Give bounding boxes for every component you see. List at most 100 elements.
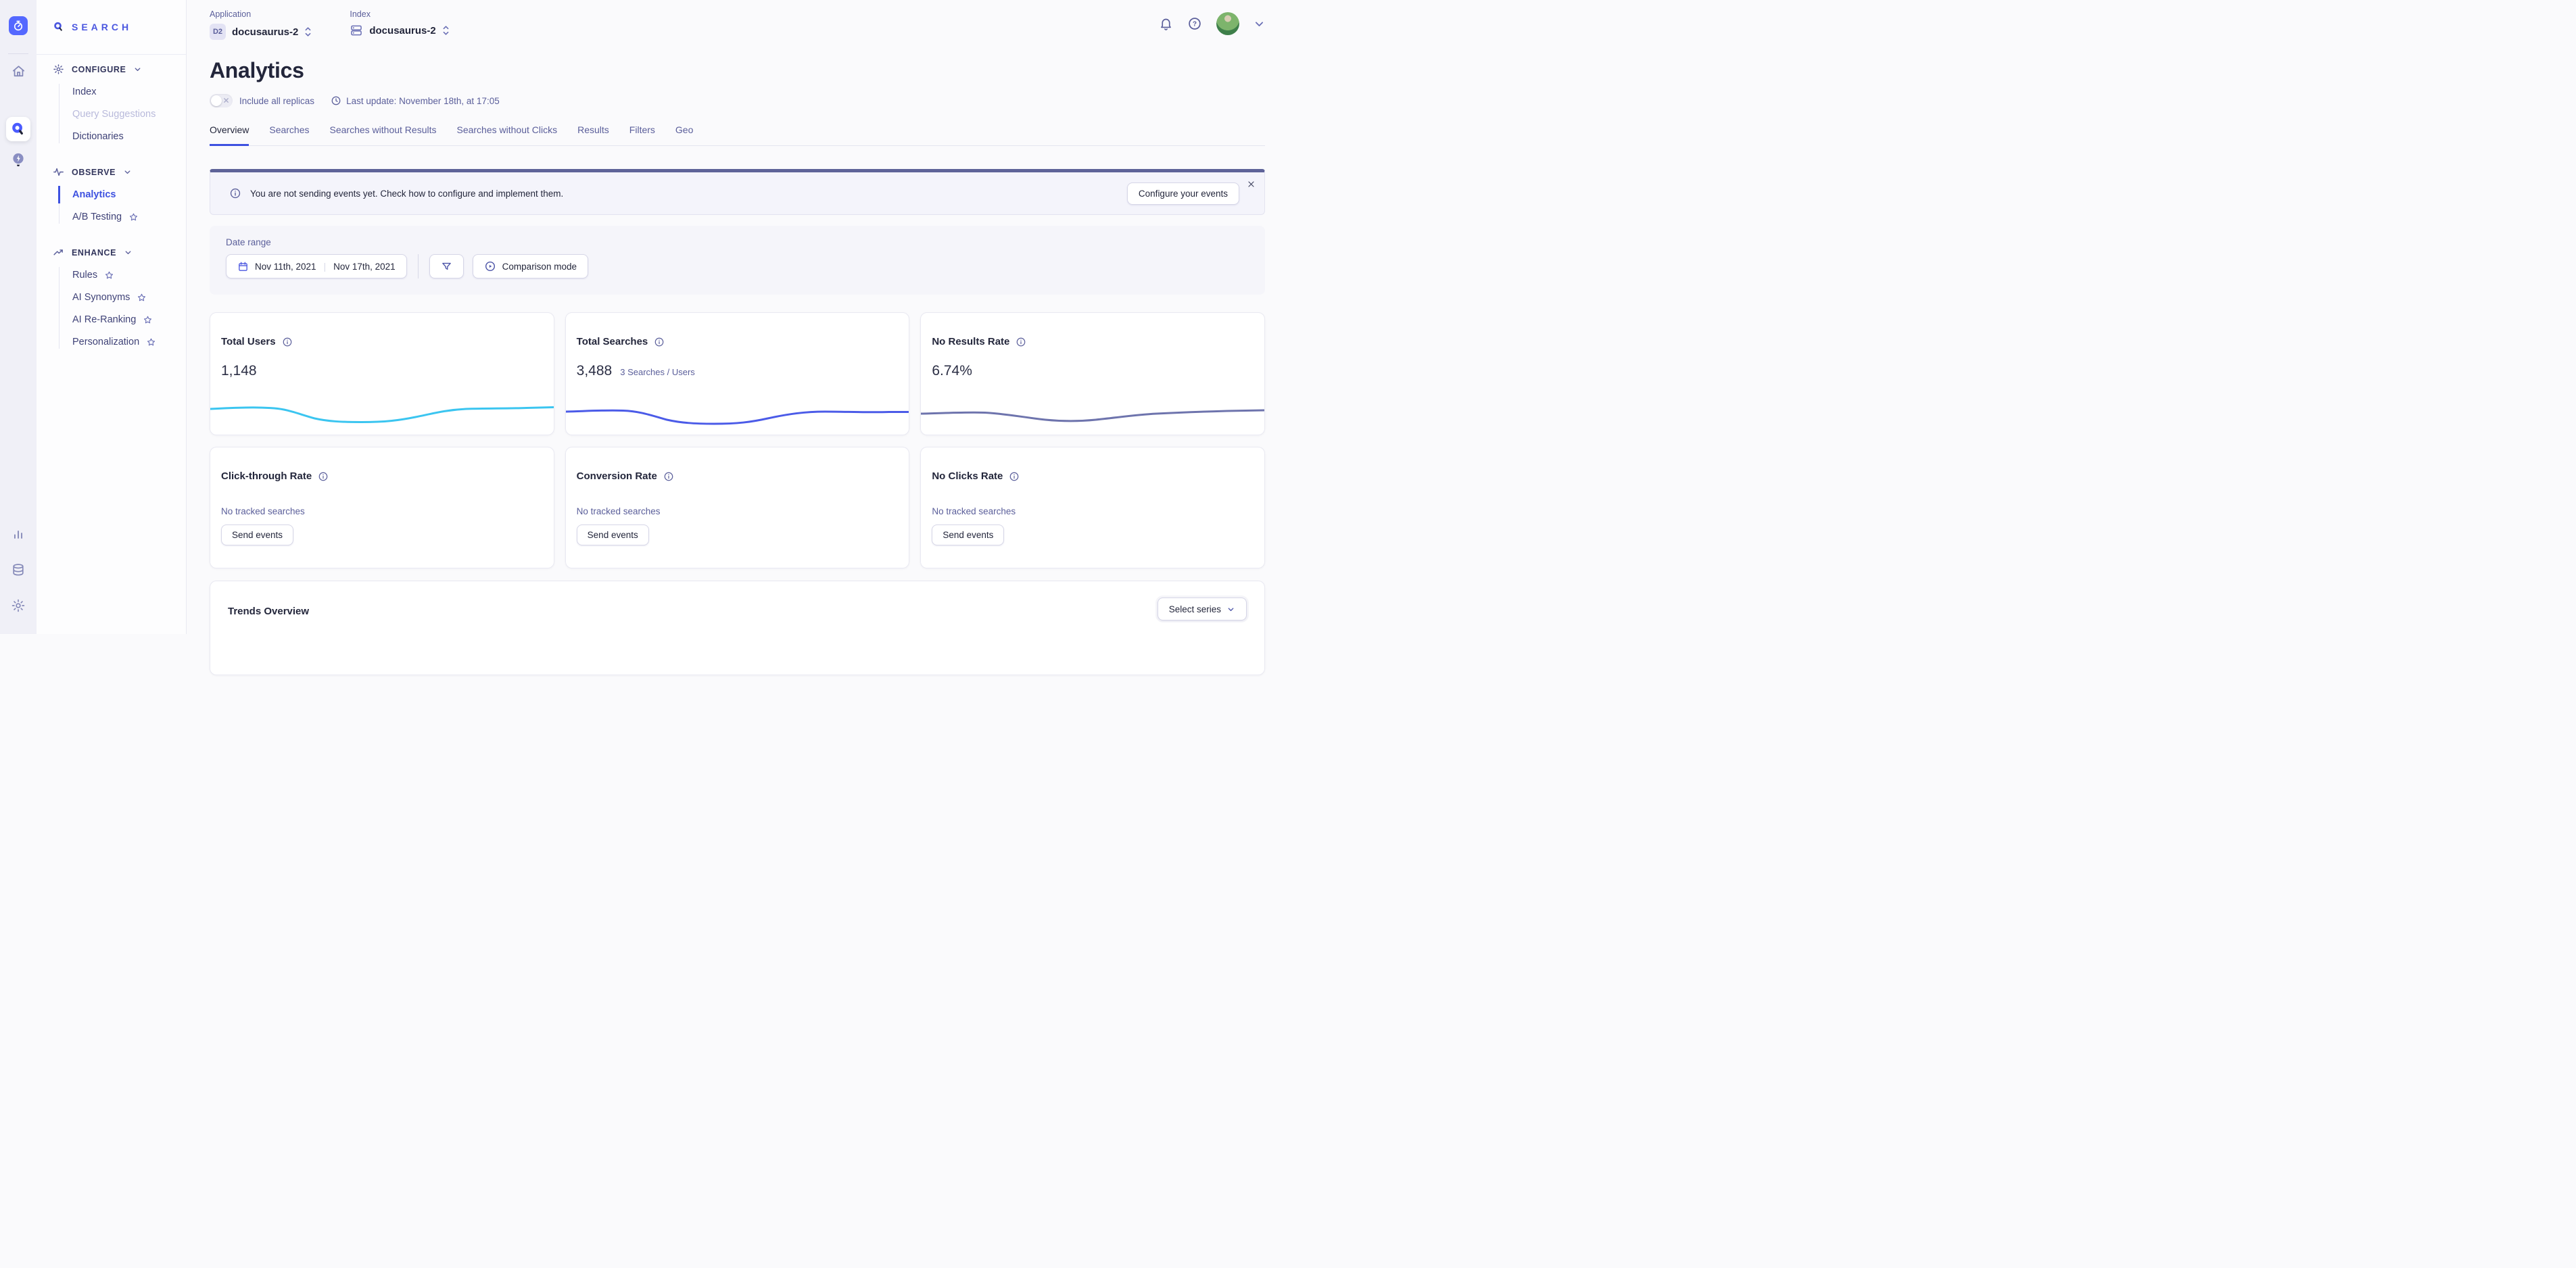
sidebar-item-ai-reranking[interactable]: AI Re-Ranking	[59, 313, 186, 326]
search-product-button[interactable]	[6, 117, 30, 141]
tab-filters[interactable]: Filters	[629, 124, 655, 146]
sort-chevrons-icon	[304, 26, 312, 37]
sidebar: SEARCH CONFIGURE	[37, 0, 187, 634]
comparison-mode-label: Comparison mode	[502, 262, 577, 272]
application-label: Application	[210, 9, 312, 19]
card-title: Total Users	[221, 336, 276, 347]
sidebar-item-ab-testing[interactable]: A/B Testing	[59, 210, 186, 224]
help-button[interactable]: ?	[1187, 16, 1202, 31]
info-icon[interactable]	[663, 471, 674, 482]
events-banner: You are not sending events yet. Check ho…	[210, 169, 1265, 215]
sort-chevrons-icon	[442, 25, 450, 36]
date-range-label: Date range	[226, 237, 1249, 247]
card-title: No Clicks Rate	[932, 470, 1003, 482]
sparkline-chart	[210, 391, 554, 429]
info-icon[interactable]	[1016, 337, 1026, 347]
last-update-text: Last update: November 18th, at 17:05	[346, 96, 500, 106]
sidebar-item-index[interactable]: Index	[59, 85, 186, 99]
section-header-configure[interactable]: CONFIGURE	[53, 64, 186, 75]
user-menu-cluster: ?	[1159, 12, 1265, 35]
tab-results[interactable]: Results	[577, 124, 609, 146]
empty-state-text: No tracked searches	[577, 506, 899, 516]
section-header-observe[interactable]: OBSERVE	[53, 166, 186, 178]
date-range-separator: |	[323, 262, 328, 272]
tab-searches-without-results[interactable]: Searches without Results	[330, 124, 437, 146]
comparison-mode-button[interactable]: Comparison mode	[473, 254, 588, 278]
card-total-users: Total Users 1,148	[210, 312, 554, 435]
sidebar-item-label: AI Synonyms	[72, 292, 130, 303]
section-label: ENHANCE	[72, 248, 116, 258]
card-no-clicks-rate: No Clicks Rate No tracked searches Send …	[920, 447, 1265, 568]
send-events-button[interactable]: Send events	[221, 525, 293, 545]
send-events-button[interactable]: Send events	[932, 525, 1004, 545]
application-select[interactable]: D2 docusaurus-2	[210, 24, 312, 40]
star-icon	[143, 315, 153, 325]
date-range-panel: Date range Nov 11th, 2021 | Nov 17th, 20…	[210, 226, 1265, 295]
sidebar-section-observe: OBSERVE Analytics A/B Testing	[53, 166, 186, 224]
gear-icon	[11, 598, 26, 613]
tab-overview[interactable]: Overview	[210, 124, 249, 146]
home-nav-button[interactable]	[6, 59, 30, 83]
index-select[interactable]: docusaurus-2	[350, 24, 449, 37]
user-avatar[interactable]	[1216, 12, 1239, 35]
usage-analytics-button[interactable]	[6, 522, 30, 546]
recommend-product-button[interactable]	[6, 148, 30, 172]
card-click-through-rate: Click-through Rate No tracked searches S…	[210, 447, 554, 568]
index-value: docusaurus-2	[369, 25, 435, 36]
include-replicas-toggle[interactable]	[210, 94, 233, 107]
date-range-picker[interactable]: Nov 11th, 2021 | Nov 17th, 2021	[226, 254, 407, 278]
notifications-button[interactable]	[1159, 17, 1173, 31]
info-icon[interactable]	[282, 337, 293, 347]
rail-divider	[8, 53, 28, 54]
date-range-end: Nov 17th, 2021	[333, 262, 396, 272]
bar-chart-icon	[11, 527, 26, 541]
sidebar-item-query-suggestions[interactable]: Query Suggestions	[59, 107, 186, 121]
tab-searches-without-clicks[interactable]: Searches without Clicks	[456, 124, 557, 146]
trending-up-icon	[53, 247, 64, 258]
clock-icon	[331, 95, 341, 106]
application-switcher: Application D2 docusaurus-2	[210, 9, 312, 40]
toggle-off-x-icon	[222, 97, 230, 104]
section-header-enhance[interactable]: ENHANCE	[53, 247, 186, 258]
settings-button[interactable]	[6, 593, 30, 618]
question-circle-icon: ?	[1187, 16, 1202, 31]
sidebar-item-ai-synonyms[interactable]: AI Synonyms	[59, 291, 186, 304]
info-icon[interactable]	[654, 337, 665, 347]
search-product-icon	[11, 122, 26, 137]
sidebar-item-rules[interactable]: Rules	[59, 268, 186, 282]
sidebar-item-analytics[interactable]: Analytics	[59, 188, 186, 201]
data-sources-button[interactable]	[6, 558, 30, 582]
banner-close-button[interactable]	[1247, 180, 1256, 189]
user-menu-chevron[interactable]	[1254, 18, 1265, 30]
filters-button[interactable]	[429, 254, 464, 278]
info-icon[interactable]	[318, 471, 329, 482]
metric-cards-row: Total Users 1,148 Total Searches	[210, 312, 1265, 435]
calendar-icon	[237, 261, 249, 272]
card-no-results-rate: No Results Rate 6.74%	[920, 312, 1265, 435]
header-meta-row: Include all replicas Last update: Novemb…	[210, 94, 1265, 107]
select-series-button[interactable]: Select series	[1158, 598, 1247, 620]
sidebar-item-dictionaries[interactable]: Dictionaries	[59, 130, 186, 143]
configure-events-button[interactable]: Configure your events	[1127, 182, 1239, 205]
card-title: No Results Rate	[932, 336, 1009, 347]
tab-searches[interactable]: Searches	[269, 124, 309, 146]
send-events-button[interactable]: Send events	[577, 525, 649, 545]
org-logo-tile[interactable]	[9, 16, 28, 35]
sidebar-section-configure: CONFIGURE Index Query Suggestions Dictio…	[53, 64, 186, 143]
sidebar-item-personalization[interactable]: Personalization	[59, 335, 186, 349]
metric-subtitle: 3 Searches / Users	[620, 367, 695, 377]
date-range-start: Nov 11th, 2021	[255, 262, 316, 272]
search-logo[interactable]: SEARCH	[37, 0, 186, 55]
metric-value: 6.74%	[932, 363, 972, 379]
section-label: OBSERVE	[72, 168, 116, 177]
trends-overview-card: Trends Overview Select series	[210, 581, 1265, 675]
metric-value: 3,488	[577, 363, 613, 379]
section-label: CONFIGURE	[72, 65, 126, 74]
info-icon[interactable]	[1009, 471, 1020, 482]
sidebar-item-label: Query Suggestions	[72, 109, 156, 120]
sparkline-chart	[566, 391, 909, 429]
tab-geo[interactable]: Geo	[675, 124, 693, 146]
star-icon	[137, 293, 147, 303]
index-label: Index	[350, 9, 449, 19]
trends-title: Trends Overview	[228, 606, 309, 617]
